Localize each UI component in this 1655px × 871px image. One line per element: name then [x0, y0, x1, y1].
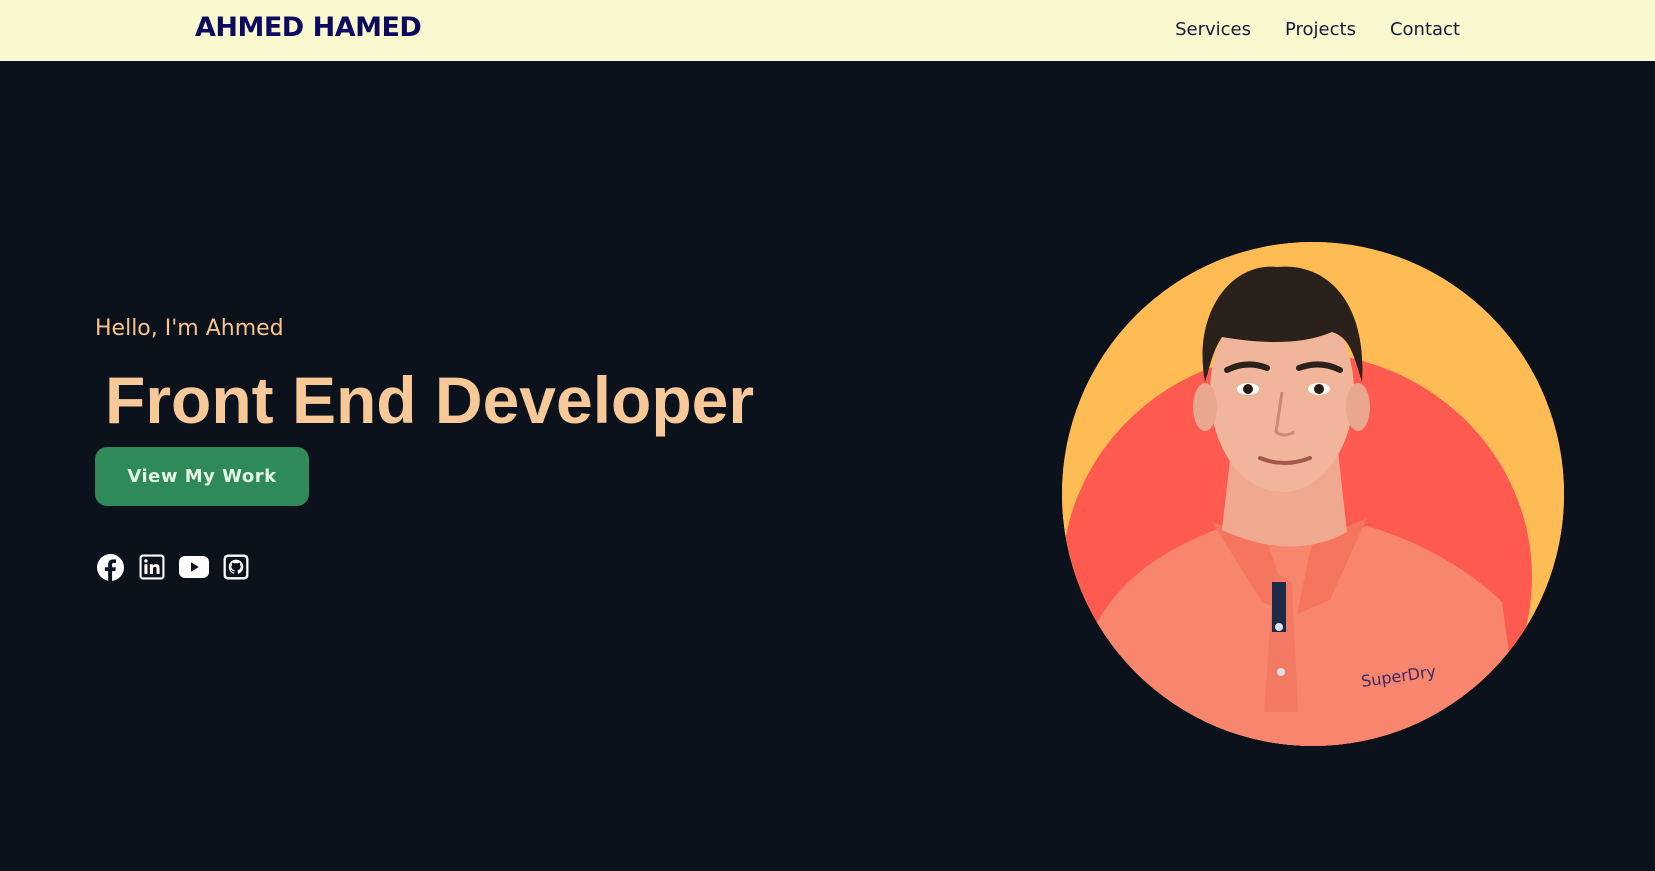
nav-link-services[interactable]: Services [1175, 19, 1251, 40]
nav-link-projects[interactable]: Projects [1285, 19, 1356, 40]
youtube-icon[interactable] [179, 552, 209, 582]
social-links [95, 552, 251, 582]
portrait-photo: SuperDry [1062, 242, 1564, 746]
hero-title: Front End Developer [105, 363, 755, 437]
top-navbar: AHMED HAMED Services Projects Contact [0, 0, 1655, 61]
view-my-work-button[interactable]: View My Work [95, 447, 309, 506]
hero-greeting: Hello, I'm Ahmed [95, 316, 284, 341]
linkedin-icon[interactable] [137, 552, 167, 582]
nav-link-contact[interactable]: Contact [1390, 19, 1460, 40]
hero-intro: Hello, I'm Ahmed Front End Developer Vie… [95, 316, 754, 581]
nav-links: Services Projects Contact [1175, 19, 1460, 40]
brand-logo[interactable]: AHMED HAMED [195, 12, 422, 43]
facebook-icon[interactable] [95, 552, 125, 582]
github-icon[interactable] [221, 552, 251, 582]
